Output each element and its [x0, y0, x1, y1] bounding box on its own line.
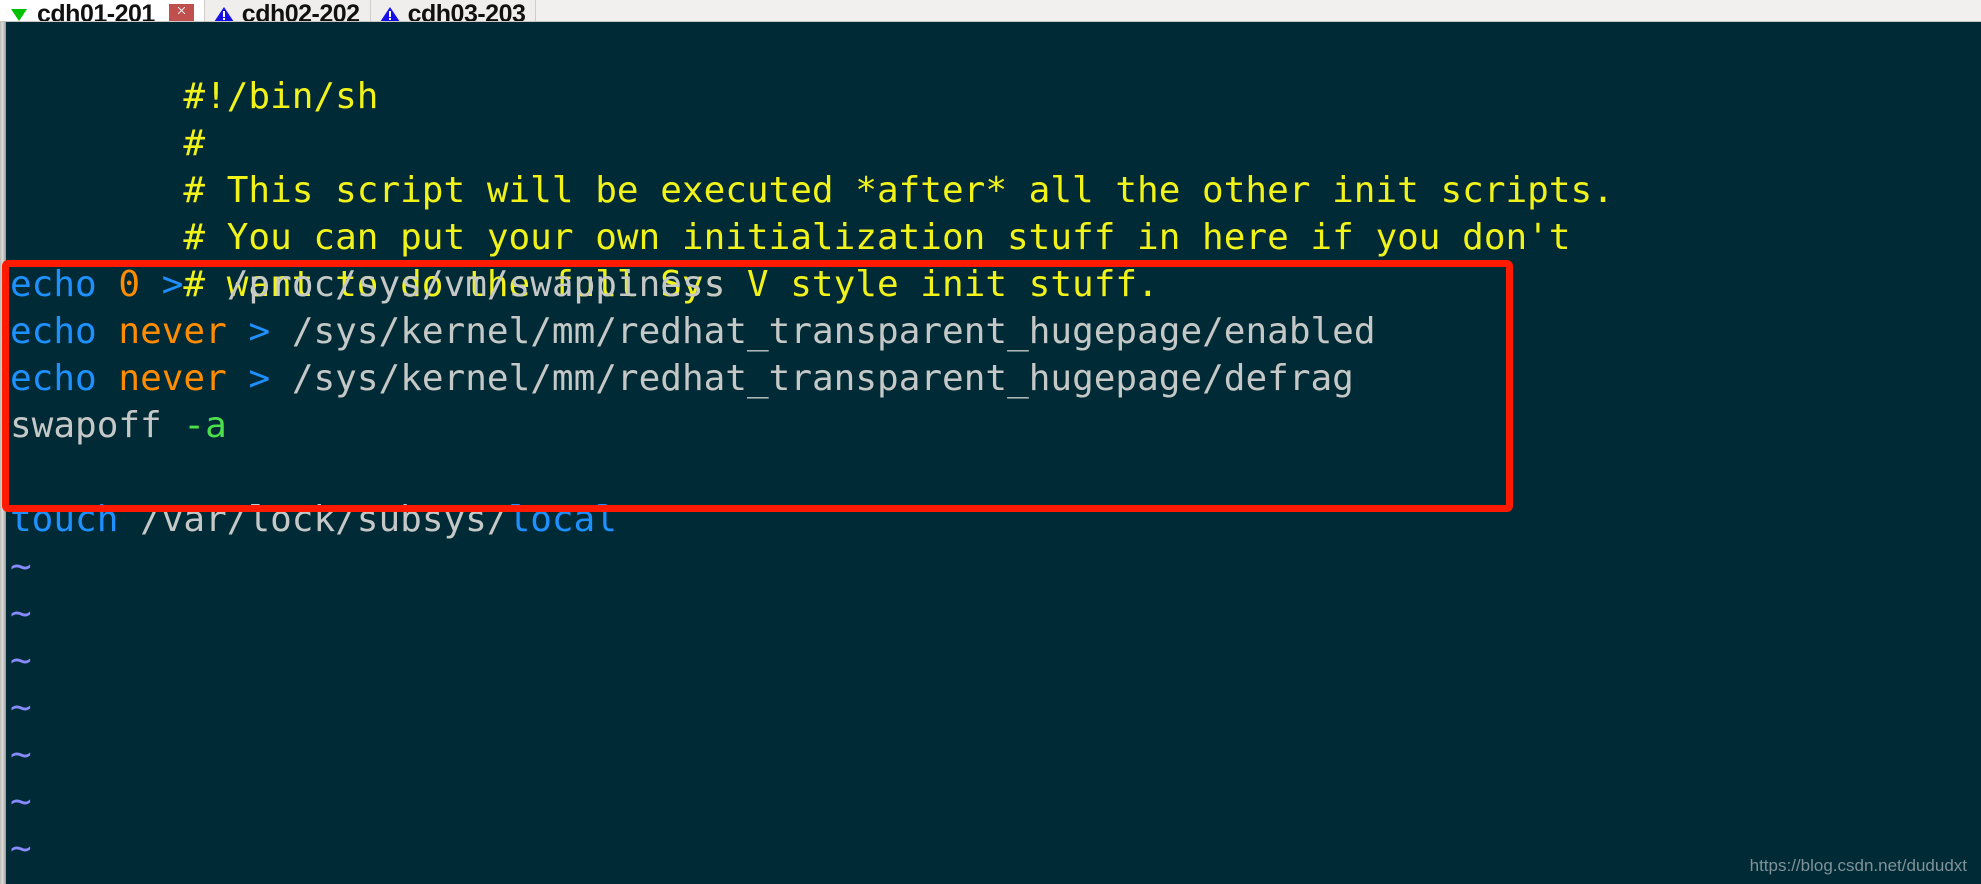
- tab-label: cdh03-203: [407, 0, 526, 22]
- terminal-window[interactable]: #!/bin/sh # # This script will be execut…: [0, 22, 1981, 884]
- vim-empty-line-marker: ~: [10, 637, 1981, 684]
- redirect-operator: >: [161, 264, 184, 305]
- code-line-blank-1: [10, 449, 1981, 496]
- redirect-operator: >: [248, 358, 271, 399]
- touch-command: touch: [10, 499, 119, 540]
- echo-value: never: [118, 358, 227, 399]
- close-icon[interactable]: [168, 3, 194, 21]
- echo-keyword: echo: [10, 311, 97, 352]
- echo-keyword: echo: [10, 358, 97, 399]
- vim-empty-line-marker: ~: [10, 684, 1981, 731]
- watermark-text: https://blog.csdn.net/dududxt: [1749, 856, 1967, 875]
- tab-cdh02-202[interactable]: cdh02-202: [204, 0, 371, 22]
- vim-empty-line-marker: ~: [10, 543, 1981, 590]
- code-line-echo-thp-enabled: echo never > /sys/kernel/mm/redhat_trans…: [10, 308, 1981, 355]
- tab-cdh03-203[interactable]: cdh03-203: [370, 0, 537, 22]
- tilde-marker: ~: [10, 593, 32, 634]
- tab-label: cdh01-201: [37, 0, 155, 22]
- tilde-marker: ~: [10, 640, 32, 681]
- redirect-operator: >: [248, 311, 271, 352]
- blue-warning-triangle-icon: [379, 3, 401, 21]
- echo-value: never: [118, 311, 227, 352]
- tab-cdh01-201[interactable]: cdh01-201: [0, 0, 205, 21]
- tilde-marker: ~: [10, 828, 32, 869]
- vim-empty-line-marker: ~: [10, 731, 1981, 778]
- code-line-swapoff: swapoff -a: [10, 402, 1981, 449]
- code-line-shebang: #!/bin/sh: [10, 26, 1981, 117]
- terminal-text-area[interactable]: #!/bin/sh # # This script will be execut…: [6, 22, 1981, 884]
- tilde-marker: ~: [10, 734, 32, 775]
- vim-empty-line-marker: ~: [10, 590, 1981, 637]
- touch-path: /var/lock/subsys/: [140, 499, 509, 540]
- comment-text: #: [183, 123, 206, 164]
- swapoff-flag: -a: [183, 405, 227, 446]
- blue-warning-triangle-icon: [213, 3, 235, 21]
- code-line-comment-1: # This script will be executed *after* a…: [10, 120, 1981, 211]
- touch-path-tail: local: [508, 499, 617, 540]
- comment-text: # This script will be executed *after* a…: [183, 170, 1614, 211]
- tilde-marker: ~: [10, 687, 32, 728]
- code-line-touch-local: touch /var/lock/subsys/local: [10, 496, 1981, 543]
- vim-empty-line-marker: ~: [10, 778, 1981, 825]
- comment-text: # You can put your own initialization st…: [183, 217, 1571, 258]
- green-triangle-down-icon: [8, 3, 30, 21]
- tab-label: cdh02-202: [241, 0, 360, 22]
- target-path: /sys/kernel/mm/redhat_transparent_hugepa…: [291, 358, 1354, 399]
- terminal-tab-bar: cdh01-201 cdh02-202 cdh03-203: [0, 0, 1981, 22]
- swapoff-command: swapoff: [10, 405, 162, 446]
- code-line-echo-thp-defrag: echo never > /sys/kernel/mm/redhat_trans…: [10, 355, 1981, 402]
- shebang-text: #!/bin/sh: [183, 76, 379, 117]
- vim-empty-line-marker: ~: [10, 825, 1981, 872]
- screenshot-root: cdh01-201 cdh02-202 cdh03-203 #!/bin/sh …: [0, 0, 1981, 884]
- target-path: /proc/sys/vm/swappiness: [226, 264, 726, 305]
- echo-value: 0: [118, 264, 141, 305]
- target-path: /sys/kernel/mm/redhat_transparent_hugepa…: [291, 311, 1376, 352]
- tilde-marker: ~: [10, 781, 32, 822]
- tilde-marker: ~: [10, 546, 32, 587]
- echo-keyword: echo: [10, 264, 97, 305]
